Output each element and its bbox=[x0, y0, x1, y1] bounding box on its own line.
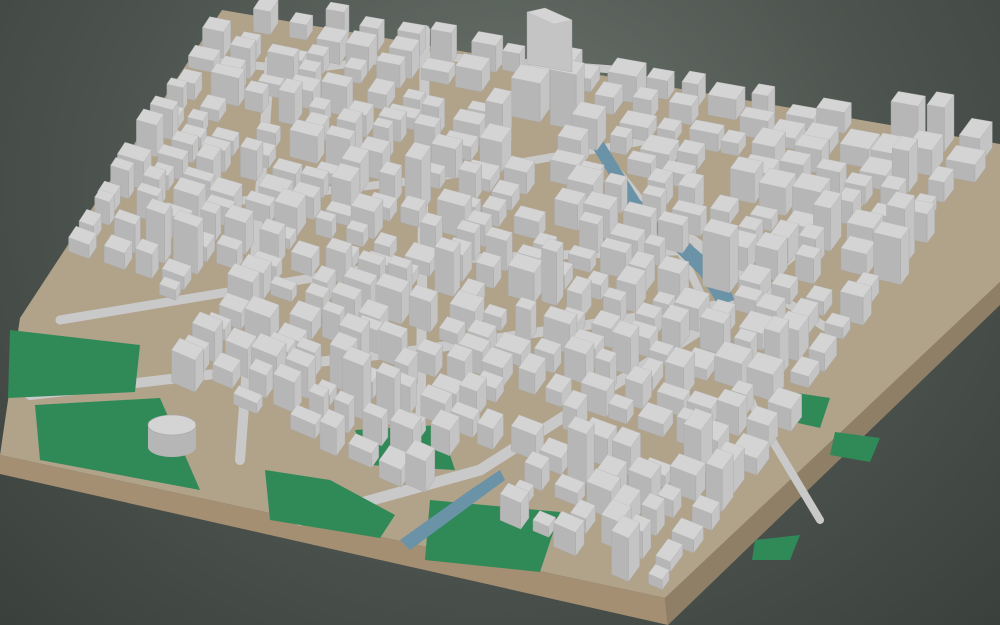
building bbox=[319, 408, 346, 457]
building bbox=[541, 238, 564, 307]
building bbox=[289, 12, 314, 41]
building bbox=[611, 515, 641, 583]
building bbox=[171, 337, 204, 393]
building bbox=[240, 136, 264, 182]
building bbox=[216, 234, 244, 271]
building bbox=[289, 119, 325, 165]
building bbox=[702, 218, 739, 294]
building bbox=[840, 235, 876, 277]
building bbox=[567, 415, 595, 486]
building bbox=[416, 338, 443, 378]
building bbox=[609, 125, 633, 156]
building bbox=[707, 81, 746, 121]
building bbox=[515, 296, 537, 341]
building bbox=[315, 209, 337, 240]
park bbox=[752, 535, 800, 560]
building bbox=[290, 240, 320, 278]
building bbox=[578, 211, 604, 254]
building bbox=[873, 221, 910, 286]
building bbox=[430, 21, 458, 65]
building bbox=[278, 77, 303, 126]
building bbox=[794, 243, 822, 285]
building bbox=[729, 156, 764, 205]
building bbox=[499, 482, 530, 530]
building bbox=[714, 340, 753, 390]
building bbox=[408, 284, 439, 333]
building bbox=[510, 63, 551, 123]
building bbox=[135, 238, 160, 280]
building bbox=[434, 236, 461, 298]
building bbox=[244, 80, 270, 114]
building bbox=[526, 7, 573, 73]
building bbox=[147, 414, 197, 457]
building bbox=[455, 53, 491, 93]
3d-viewport[interactable] bbox=[0, 0, 1000, 625]
building bbox=[405, 439, 436, 494]
building bbox=[507, 252, 544, 304]
city-model-scene[interactable] bbox=[0, 0, 1000, 625]
